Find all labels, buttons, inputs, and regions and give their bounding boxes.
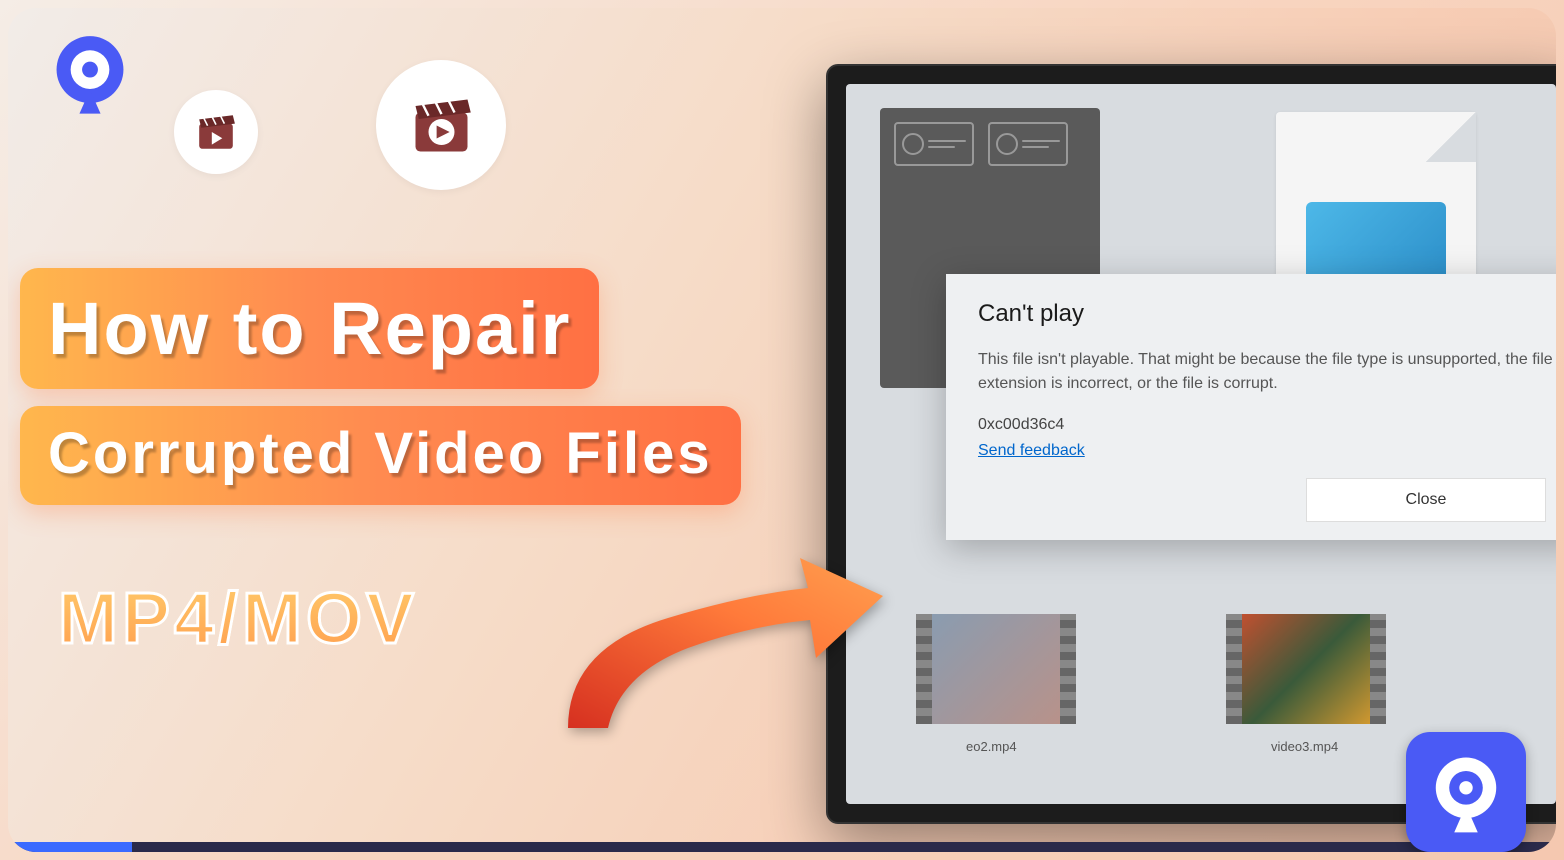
title-banner-1: How to Repair [20,268,599,389]
monitor-screen: Can't play This file isn't playable. Tha… [846,84,1556,804]
video-progress-fill [8,842,132,852]
contact-card-icon [988,122,1068,166]
error-dialog: Can't play This file isn't playable. Tha… [946,274,1556,540]
dialog-message: This file isn't playable. That might be … [978,348,1554,396]
dialog-title: Can't play [978,300,1554,328]
contact-card-icon [894,122,974,166]
dialog-error-code: 0xc00d36c4 [978,416,1554,434]
title-line-1: How to Repair [48,286,571,371]
monitor-frame: Can't play This file isn't playable. Tha… [826,64,1556,824]
title-line-2: Corrupted Video Files [48,420,713,487]
curved-arrow-icon [548,548,888,748]
video-filename-label: video3.mp4 [1271,739,1338,754]
video-filename-label: eo2.mp4 [966,739,1017,754]
clapperboard-play-small-icon [174,90,258,174]
subtitle-formats: MP4/MOV [58,578,418,660]
recoverit-logo-badge [1406,732,1526,852]
recoverit-logo-icon [46,30,134,118]
clapperboard-play-large-icon [376,60,506,190]
close-button[interactable]: Close [1306,478,1546,522]
send-feedback-link[interactable]: Send feedback [978,442,1085,459]
video-progress-bar[interactable] [8,842,1556,852]
title-banner-2: Corrupted Video Files [20,406,741,505]
video-thumbnail[interactable] [1226,614,1386,724]
video-thumbnail[interactable] [916,614,1076,724]
